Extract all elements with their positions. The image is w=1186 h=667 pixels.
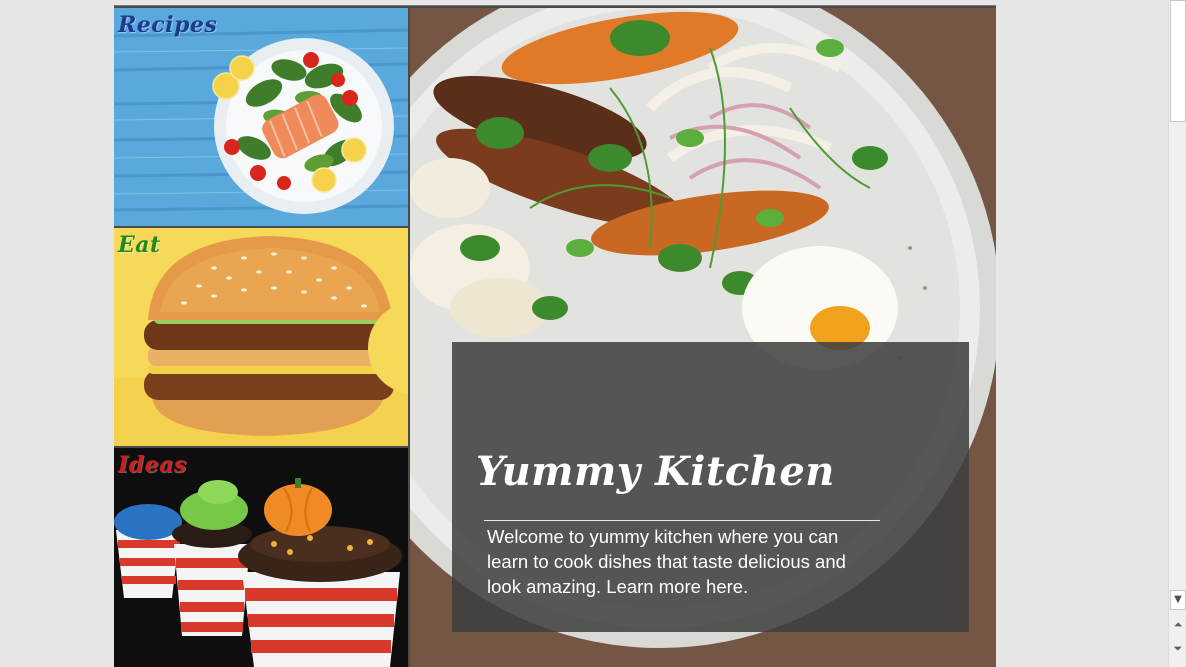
cupcakes-image <box>114 448 408 667</box>
eat-label: Eat <box>118 232 161 258</box>
scroll-thumb[interactable] <box>1170 0 1186 122</box>
vertical-scrollbar[interactable]: ▼ ⏶ ⏷ <box>1168 0 1186 667</box>
burger-image <box>114 228 408 446</box>
recipes-label: Recipes <box>118 12 218 38</box>
scroll-down-button[interactable]: ▼ <box>1170 590 1186 610</box>
document-canvas: Recipes Eat Ideas Yummy Kitchen Welcome … <box>0 0 1186 667</box>
caption-body[interactable]: Welcome to yummy kitchen where you can l… <box>487 524 877 599</box>
recipes-tile[interactable]: Recipes <box>114 8 408 226</box>
ideas-label: Ideas <box>118 452 187 478</box>
caption-divider <box>484 520 880 521</box>
ideas-tile[interactable]: Ideas <box>114 448 408 667</box>
next-page-icon[interactable]: ⏷ <box>1170 640 1186 658</box>
salmon-plate-image <box>114 8 408 226</box>
eat-tile[interactable]: Eat <box>114 228 408 446</box>
previous-page-icon[interactable]: ⏶ <box>1170 616 1186 634</box>
caption-title[interactable]: Yummy Kitchen <box>476 448 835 495</box>
caption-overlay[interactable]: Yummy Kitchen Welcome to yummy kitchen w… <box>452 342 969 632</box>
